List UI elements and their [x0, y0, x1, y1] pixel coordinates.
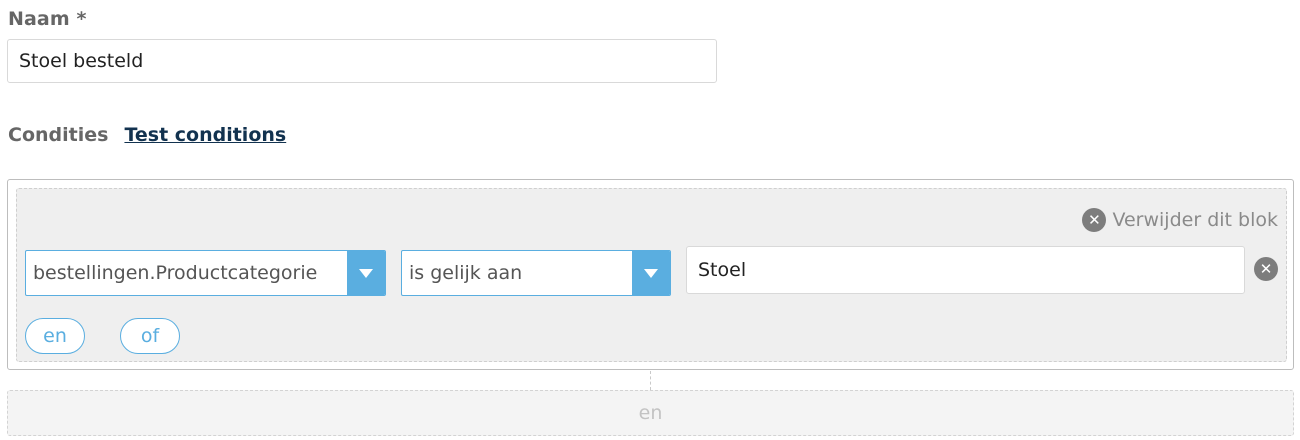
condition-group: ✕ Verwijder dit blok bestellingen.Produc… [16, 188, 1287, 362]
dropdown-toggle[interactable] [632, 251, 670, 295]
chevron-down-icon [359, 268, 373, 278]
block-connector [650, 371, 651, 390]
add-and-button[interactable]: en [25, 318, 85, 354]
operator-select-value: is gelijk aan [409, 262, 523, 284]
close-circle-icon: ✕ [1082, 208, 1107, 232]
conditions-header: Condities Test conditions [8, 124, 286, 146]
field-select-value: bestellingen.Productcategorie [33, 262, 318, 284]
name-input[interactable] [7, 39, 717, 83]
remove-block-label: Verwijder dit blok [1112, 209, 1278, 231]
conditions-label: Condities [8, 124, 109, 146]
test-conditions-link[interactable]: Test conditions [124, 124, 286, 146]
chevron-down-icon [644, 268, 658, 278]
add-and-block-label: en [638, 402, 663, 424]
close-circle-icon: ✕ [1254, 257, 1278, 281]
name-label: Naam * [8, 8, 87, 30]
field-select[interactable]: bestellingen.Productcategorie [25, 250, 386, 296]
add-and-block-button[interactable]: en [7, 390, 1294, 436]
condition-editor: Naam * Condities Test conditions ✕ Verwi… [0, 0, 1300, 440]
condition-value-input[interactable] [686, 246, 1245, 294]
remove-block-button[interactable]: ✕ Verwijder dit blok [1082, 208, 1278, 232]
remove-condition-button[interactable]: ✕ [1254, 257, 1278, 281]
operator-select[interactable]: is gelijk aan [401, 250, 671, 296]
condition-block: ✕ Verwijder dit blok bestellingen.Produc… [7, 179, 1294, 370]
dropdown-toggle[interactable] [347, 251, 385, 295]
add-or-button[interactable]: of [120, 318, 180, 354]
